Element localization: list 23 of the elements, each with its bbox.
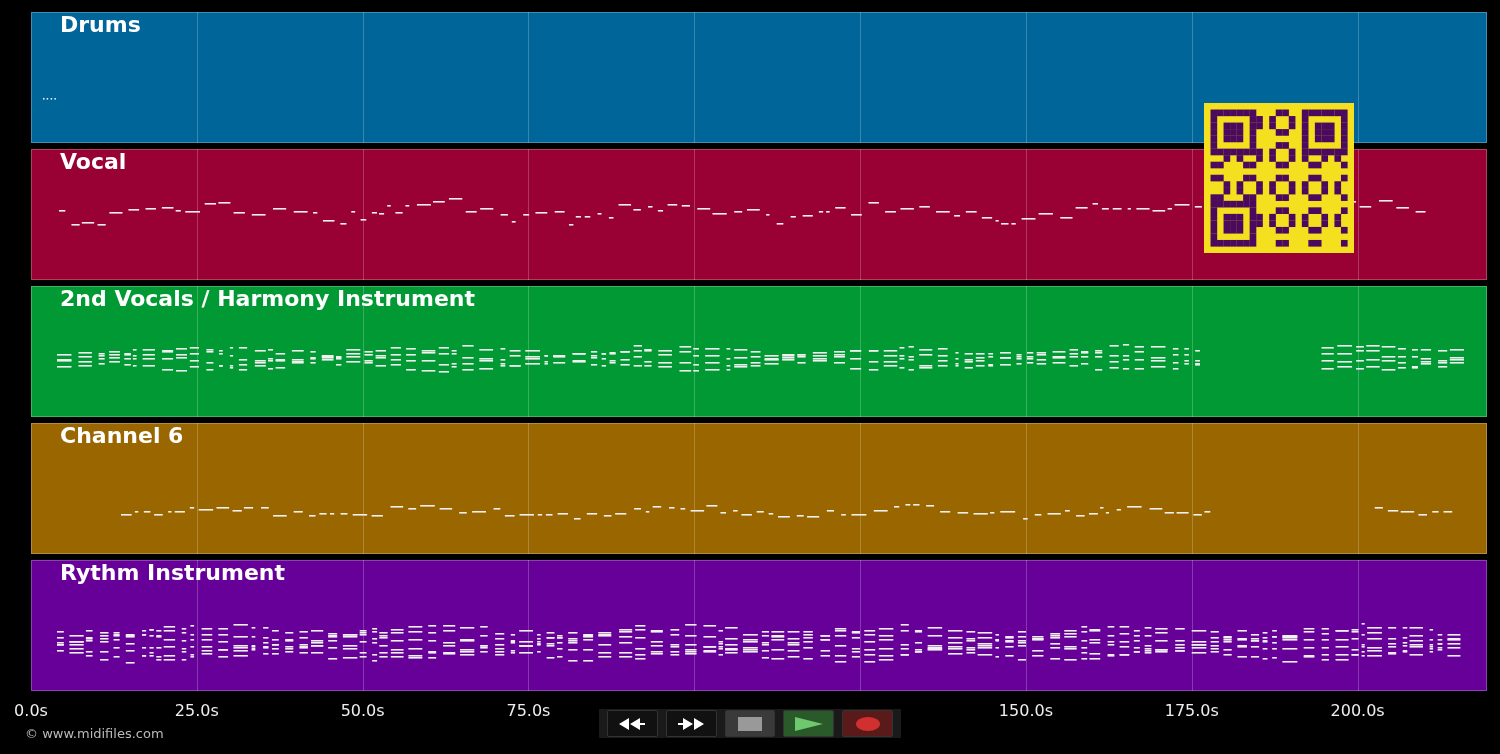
copyright-text: © www.midifiles.com <box>25 726 164 741</box>
track-title: Channel 6 <box>60 423 184 449</box>
record-button[interactable] <box>842 710 893 737</box>
time-label: 75.0s <box>506 701 551 720</box>
time-label: 0.0s <box>14 701 48 720</box>
fast-forward-button[interactable] <box>665 710 717 737</box>
track-title: Vocal <box>60 149 127 175</box>
time-label: 50.0s <box>340 701 385 720</box>
rewind-button[interactable] <box>607 710 658 737</box>
time-label: 25.0s <box>174 701 219 720</box>
time-label: 200.0s <box>1330 701 1385 720</box>
track-title: Rythm Instrument <box>60 560 286 586</box>
rewind-icon <box>617 715 648 732</box>
record-icon <box>855 716 880 731</box>
track-title: 2nd Vocals / Harmony Instrument <box>60 286 475 312</box>
time-label: 150.0s <box>998 701 1053 720</box>
qr-code-icon <box>1204 103 1354 253</box>
track-title: Drums <box>60 12 141 38</box>
play-button[interactable] <box>783 710 835 737</box>
stop-icon <box>738 716 762 731</box>
time-label: 175.0s <box>1164 701 1219 720</box>
play-icon <box>793 715 824 732</box>
stop-button[interactable] <box>724 710 776 737</box>
